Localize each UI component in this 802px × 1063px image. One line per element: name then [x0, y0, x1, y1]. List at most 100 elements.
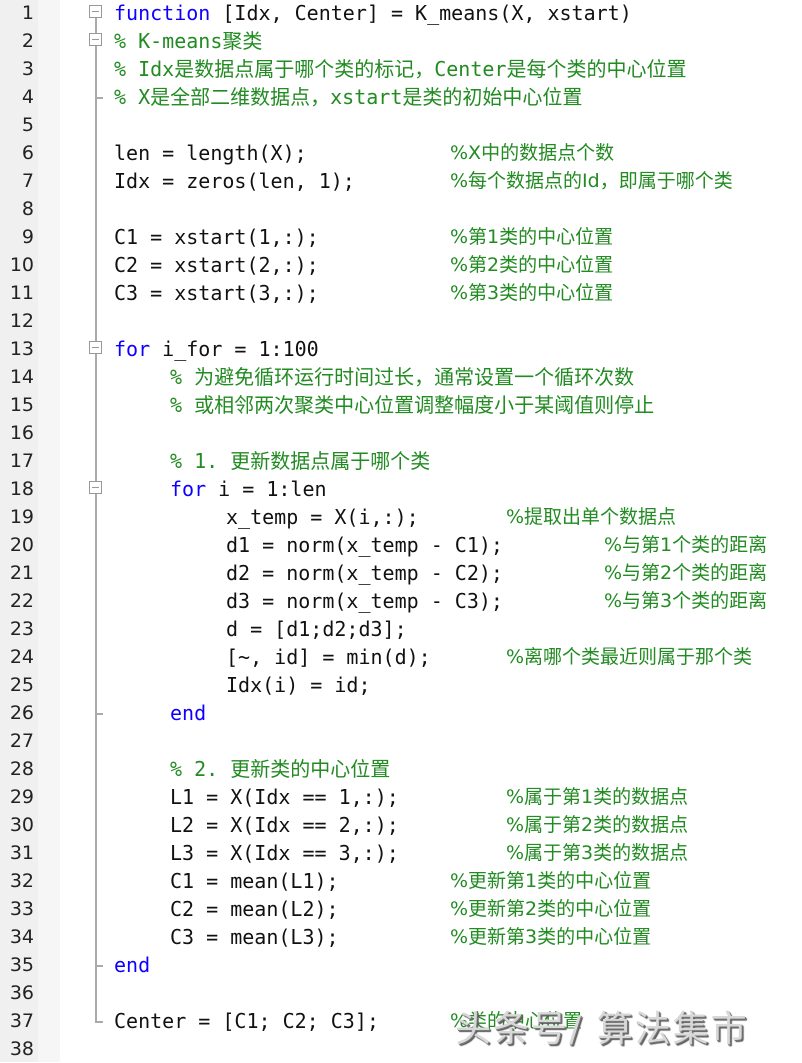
- code-line[interactable]: 1 function [Idx, Center] = K_means(X, xst…: [0, 0, 802, 27]
- inline-comment: %提取出单个数据点: [506, 506, 677, 528]
- code-text: L2 = X(Idx == 2,:);: [170, 811, 399, 839]
- line-number: 19: [9, 506, 34, 528]
- code-token: len = length(X);: [114, 141, 307, 165]
- keyword: for: [170, 477, 207, 501]
- code-line[interactable]: 25 Idx(i) = id;: [0, 671, 802, 699]
- inline-comment: %更新第2类的中心位置: [450, 898, 652, 920]
- comment: % K-means聚类: [114, 29, 263, 53]
- line-number: 13: [9, 338, 34, 360]
- code-line[interactable]: 22 d3 = norm(x_temp - C3); %与第3个类的距离: [0, 587, 802, 615]
- code-line[interactable]: 16: [0, 419, 802, 447]
- code-line[interactable]: 20 d1 = norm(x_temp - C1); %与第1个类的距离: [0, 531, 802, 559]
- code-token: i_for = 1:100: [150, 337, 319, 361]
- line-number: 5: [21, 114, 34, 136]
- code-line[interactable]: 5: [0, 111, 802, 139]
- code-text: % K-means聚类: [114, 27, 262, 55]
- line-number: 21: [9, 562, 34, 584]
- line-number: 6: [21, 142, 34, 164]
- code-line[interactable]: 34 C3 = mean(L3); %更新第3类的中心位置: [0, 923, 802, 951]
- code-editor[interactable]: 1 function [Idx, Center] = K_means(X, xst…: [0, 0, 802, 1062]
- line-number: 12: [9, 310, 34, 332]
- code-line[interactable]: 18 for i = 1:len: [0, 475, 802, 503]
- code-line[interactable]: 19 x_temp = X(i,:); %提取出单个数据点: [0, 503, 802, 531]
- comment: % 或相邻两次聚类中心位置调整幅度小于某阈值则停止: [170, 393, 655, 417]
- code-text: C3 = mean(L3);: [170, 923, 339, 951]
- inline-comment: %第3类的中心位置: [450, 282, 614, 304]
- code-line[interactable]: 12: [0, 307, 802, 335]
- code-line[interactable]: 7 Idx = zeros(len, 1); %每个数据点的Id，即属于哪个类: [0, 167, 802, 195]
- code-line[interactable]: 33 C2 = mean(L2); %更新第2类的中心位置: [0, 895, 802, 923]
- line-number: 29: [9, 786, 34, 808]
- code-line[interactable]: 8: [0, 195, 802, 223]
- line-number: 30: [9, 814, 34, 836]
- code-line[interactable]: 26 end: [0, 699, 802, 727]
- code-token: L2 = X(Idx == 2,:);: [170, 813, 399, 837]
- code-line[interactable]: 28 % 2. 更新类的中心位置: [0, 755, 802, 783]
- code-line[interactable]: 11 C3 = xstart(3,:); %第3类的中心位置: [0, 279, 802, 307]
- code-token: C1 = xstart(1,:);: [114, 225, 319, 249]
- comment: % Idx是数据点属于哪个类的标记，Center是每个类的中心位置: [114, 57, 687, 81]
- code-text: L1 = X(Idx == 1,:);: [170, 783, 399, 811]
- code-line[interactable]: 2 % K-means聚类: [0, 27, 802, 55]
- line-number: 28: [9, 758, 34, 780]
- code-line[interactable]: 6 len = length(X); %X中的数据点个数: [0, 139, 802, 167]
- code-token: L1 = X(Idx == 1,:);: [170, 785, 399, 809]
- line-number: 26: [9, 702, 34, 724]
- line-number: 33: [9, 898, 34, 920]
- comment: % X是全部二维数据点，xstart是类的初始中心位置: [114, 85, 583, 109]
- code-token: [~, id] = min(d);: [226, 645, 431, 669]
- code-line[interactable]: 29 L1 = X(Idx == 1,:); %属于第1类的数据点: [0, 783, 802, 811]
- inline-comment: %属于第1类的数据点: [506, 786, 689, 808]
- line-number: 17: [9, 450, 34, 472]
- code-token: d1 = norm(x_temp - C1);: [226, 533, 503, 557]
- code-line[interactable]: 17 % 1. 更新数据点属于哪个类: [0, 447, 802, 475]
- line-number: 23: [9, 618, 34, 640]
- code-line[interactable]: 21 d2 = norm(x_temp - C2); %与第2个类的距离: [0, 559, 802, 587]
- code-line[interactable]: 35 end: [0, 951, 802, 979]
- code-text: Idx(i) = id;: [226, 671, 371, 699]
- code-text: end: [114, 951, 150, 979]
- code-text: for i = 1:len: [170, 475, 327, 503]
- code-line[interactable]: 14 % 为避免循环运行时间过长，通常设置一个循环次数: [0, 363, 802, 391]
- code-token: C2 = mean(L2);: [170, 897, 339, 921]
- code-text: Idx = zeros(len, 1);: [114, 167, 355, 195]
- code-line[interactable]: 31 L3 = X(Idx == 3,:); %属于第3类的数据点: [0, 839, 802, 867]
- watermark: 头条号/ 算法集市: [455, 1009, 749, 1050]
- line-number: 18: [9, 478, 34, 500]
- line-number: 1: [21, 2, 34, 24]
- code-token: Idx = zeros(len, 1);: [114, 169, 355, 193]
- code-token: [Idx, Center] = K_means(X, xstart): [210, 1, 632, 25]
- code-text: d3 = norm(x_temp - C3);: [226, 587, 503, 615]
- code-line[interactable]: 23 d = [d1;d2;d3];: [0, 615, 802, 643]
- code-line[interactable]: 3 % Idx是数据点属于哪个类的标记，Center是每个类的中心位置: [0, 55, 802, 83]
- code-line[interactable]: 32 C1 = mean(L1); %更新第1类的中心位置: [0, 867, 802, 895]
- code-line[interactable]: 27: [0, 727, 802, 755]
- code-line[interactable]: 10 C2 = xstart(2,:); %第2类的中心位置: [0, 251, 802, 279]
- code-text: % X是全部二维数据点，xstart是类的初始中心位置: [114, 83, 582, 111]
- code-text: x_temp = X(i,:);: [226, 503, 419, 531]
- code-line[interactable]: 24 [~, id] = min(d); %离哪个类最近则属于那个类: [0, 643, 802, 671]
- code-text: [~, id] = min(d);: [226, 643, 431, 671]
- code-line[interactable]: 30 L2 = X(Idx == 2,:); %属于第2类的数据点: [0, 811, 802, 839]
- code-text: % 为避免循环运行时间过长，通常设置一个循环次数: [170, 363, 634, 391]
- line-number: 11: [9, 282, 34, 304]
- line-number: 9: [21, 226, 34, 248]
- code-token: C2 = xstart(2,:);: [114, 253, 319, 277]
- code-line[interactable]: 15 % 或相邻两次聚类中心位置调整幅度小于某阈值则停止: [0, 391, 802, 419]
- line-number: 14: [9, 366, 34, 388]
- code-line[interactable]: 9 C1 = xstart(1,:); %第1类的中心位置: [0, 223, 802, 251]
- line-number: 35: [9, 954, 34, 976]
- code-text: C3 = xstart(3,:);: [114, 279, 319, 307]
- code-text: C1 = mean(L1);: [170, 867, 339, 895]
- code-text: % Idx是数据点属于哪个类的标记，Center是每个类的中心位置: [114, 55, 686, 83]
- line-number: 4: [21, 86, 34, 108]
- line-number: 37: [9, 1010, 34, 1032]
- code-text: d1 = norm(x_temp - C1);: [226, 531, 503, 559]
- code-text: end: [170, 699, 206, 727]
- code-line[interactable]: 13 for i_for = 1:100: [0, 335, 802, 363]
- code-line[interactable]: 4 % X是全部二维数据点，xstart是类的初始中心位置: [0, 83, 802, 111]
- line-number: 22: [9, 590, 34, 612]
- code-text: d = [d1;d2;d3];: [226, 615, 407, 643]
- inline-comment: %属于第2类的数据点: [506, 814, 689, 836]
- line-number: 34: [9, 926, 34, 948]
